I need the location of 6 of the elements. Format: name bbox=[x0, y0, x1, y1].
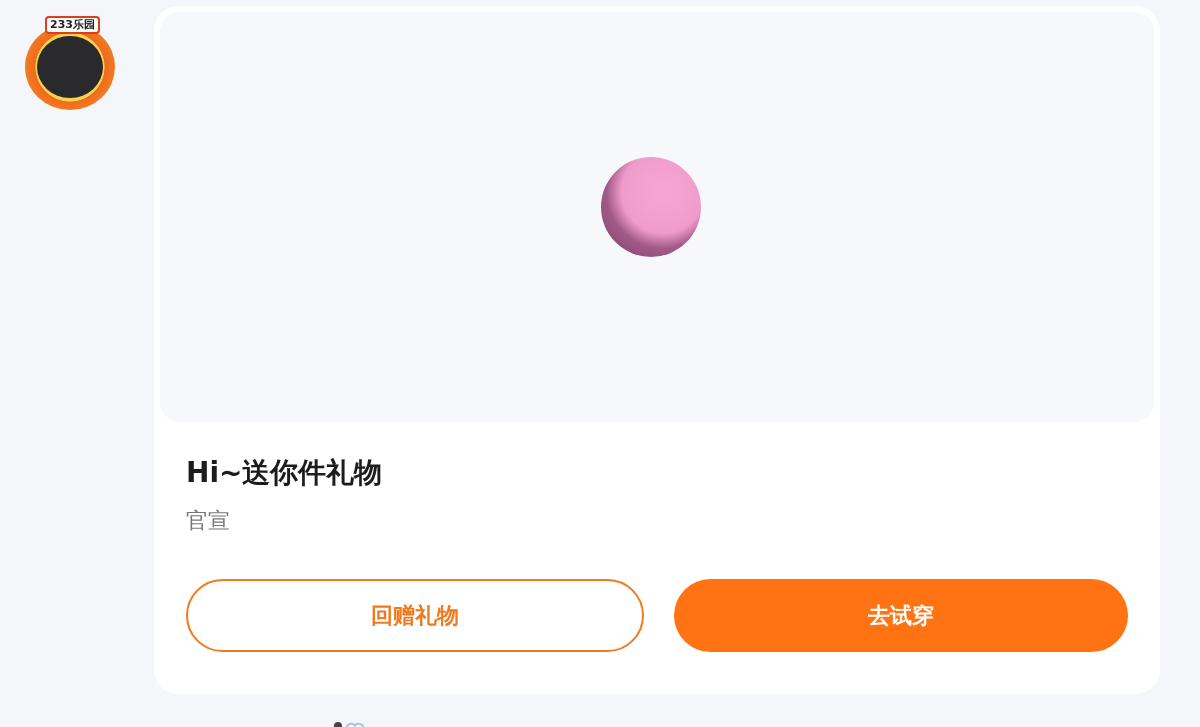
gift-title: Hi~送你件礼物 bbox=[186, 455, 384, 491]
return-gift-button[interactable]: 回赠礼物 bbox=[186, 579, 644, 652]
gift-subtitle: 官宣 bbox=[186, 507, 231, 535]
sphere-icon bbox=[600, 156, 702, 258]
frame-badge: 233乐园 bbox=[45, 16, 100, 34]
try-on-button[interactable]: 去试穿 bbox=[674, 579, 1128, 652]
